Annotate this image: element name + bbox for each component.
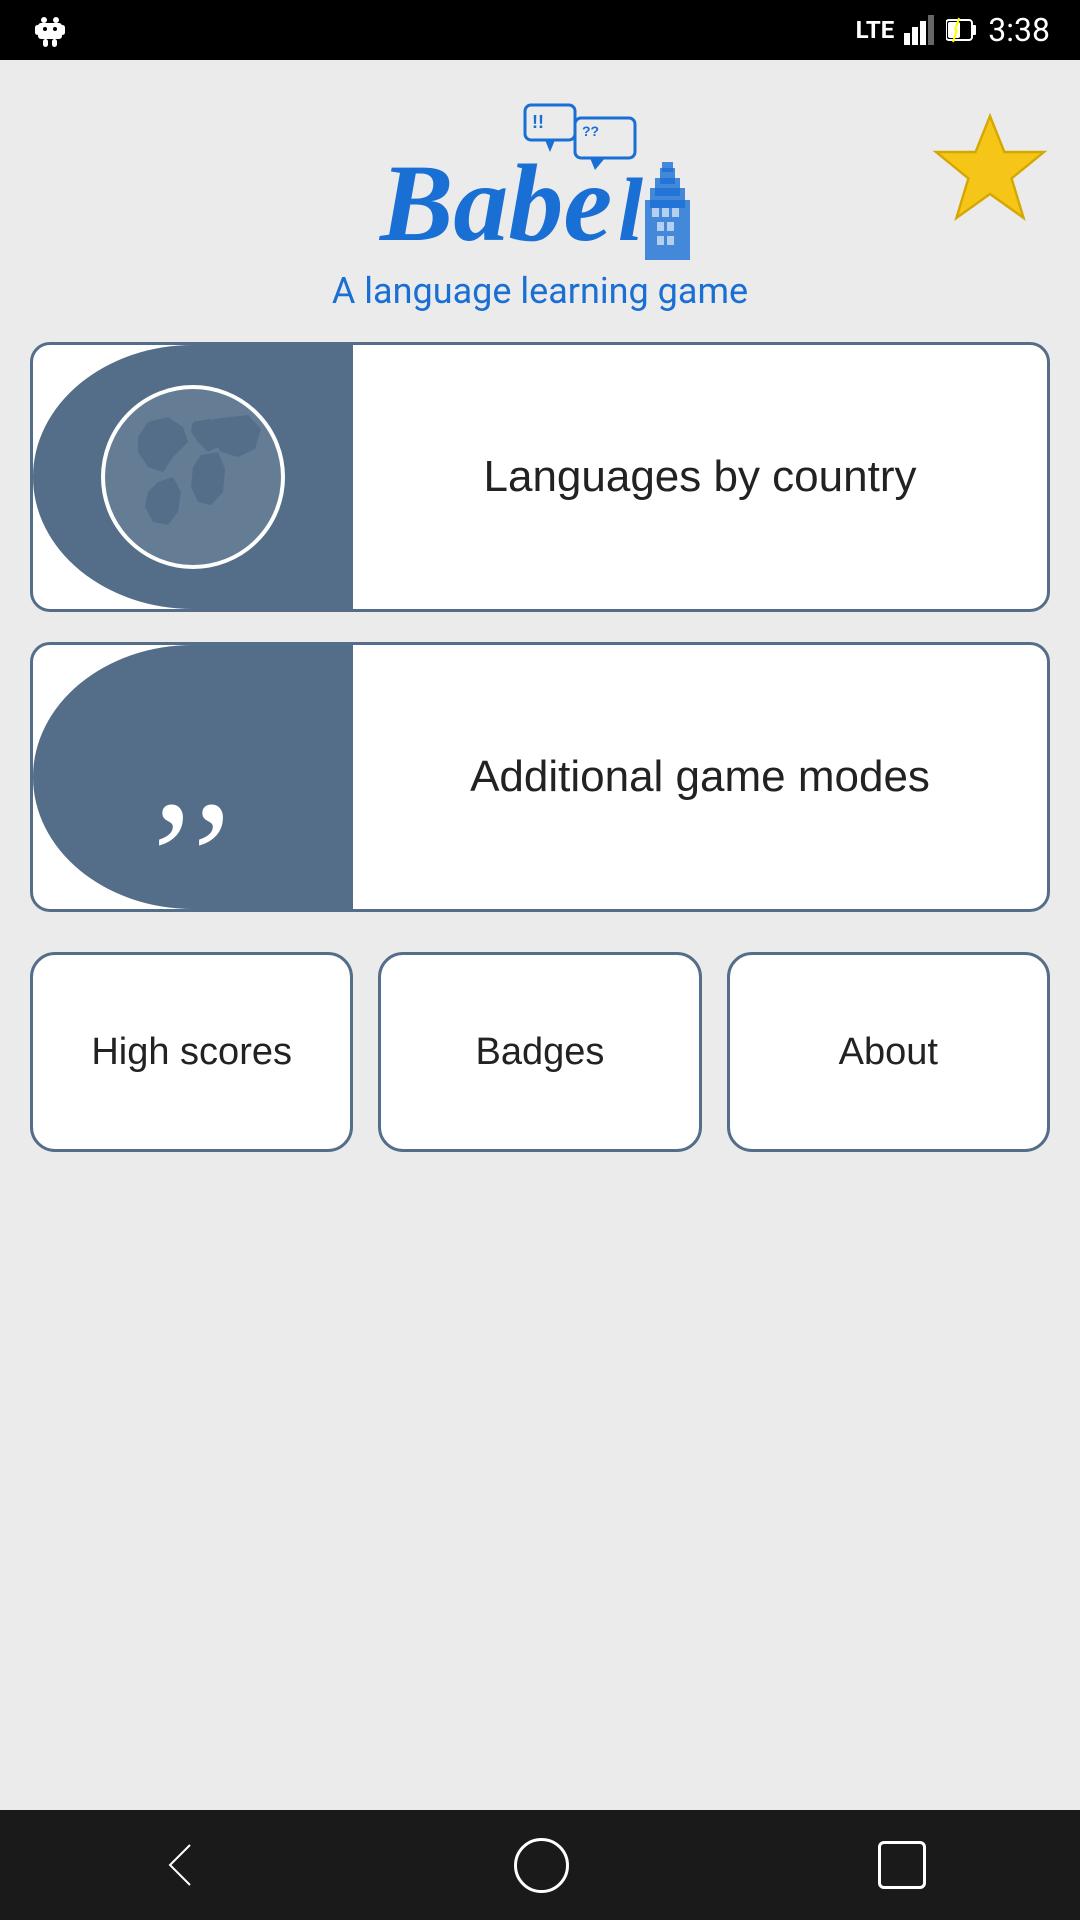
status-left — [30, 10, 70, 50]
additional-game-modes-button[interactable]: ,, Additional game modes — [30, 642, 1050, 912]
quote-marks-icon: ,, — [153, 695, 233, 859]
languages-by-country-label: Languages by country — [353, 345, 1047, 609]
additional-game-modes-label: Additional game modes — [353, 645, 1047, 909]
high-scores-label: High scores — [91, 1031, 292, 1074]
logo-container: !! ?? Babe l — [332, 100, 748, 312]
about-button[interactable]: About — [727, 952, 1050, 1152]
battery-icon — [946, 16, 978, 44]
back-icon — [155, 1840, 205, 1890]
status-bar: LTE 3:38 — [0, 0, 1080, 60]
badges-label: Badges — [476, 1031, 605, 1074]
babel-logo: !! ?? Babe l — [370, 100, 710, 260]
app-subtitle: A language learning game — [332, 270, 748, 312]
signal-icon — [904, 15, 936, 45]
svg-text:!!: !! — [532, 112, 544, 132]
lte-indicator: LTE — [856, 16, 895, 44]
android-icon — [30, 10, 70, 50]
globe-icon — [93, 377, 293, 577]
bottom-buttons-container: High scores Badges About — [30, 952, 1050, 1152]
svg-text:l: l — [618, 161, 643, 260]
about-label: About — [839, 1031, 938, 1074]
quote-icon-container: ,, — [33, 645, 353, 909]
star-button[interactable] — [930, 110, 1050, 233]
badges-button[interactable]: Badges — [378, 952, 701, 1152]
home-button[interactable] — [514, 1838, 569, 1893]
nav-bar — [0, 1810, 1080, 1920]
globe-icon-container — [33, 345, 353, 609]
status-time: 3:38 — [988, 11, 1050, 49]
high-scores-button[interactable]: High scores — [30, 952, 353, 1152]
status-right: LTE 3:38 — [856, 11, 1050, 49]
svg-text:Babe: Babe — [378, 142, 612, 260]
home-icon — [514, 1838, 569, 1893]
recents-button[interactable] — [878, 1841, 926, 1889]
languages-by-country-button[interactable]: Languages by country — [30, 342, 1050, 612]
game-buttons-container: Languages by country ,, Additional game … — [30, 342, 1050, 912]
recents-icon — [878, 1841, 926, 1889]
app-header: !! ?? Babe l — [30, 100, 1050, 312]
main-content: !! ?? Babe l — [0, 60, 1080, 1810]
svg-text:??: ?? — [582, 123, 599, 139]
star-icon — [930, 110, 1050, 230]
back-button[interactable] — [155, 1840, 205, 1890]
